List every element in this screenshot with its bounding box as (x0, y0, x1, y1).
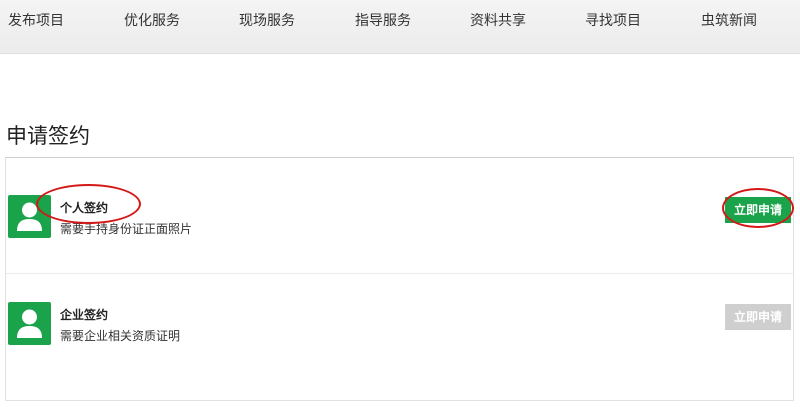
row-divider (6, 273, 793, 274)
nav-item-news[interactable]: 虫筑新闻 (701, 10, 757, 30)
option-description: 需要手持身份证正面照片 (60, 222, 193, 236)
signing-options-panel: 个人签约 需要手持身份证正面照片 立即申请 企业签约 需要企业相关资质证明 立即… (5, 157, 794, 401)
nav-item-onsite-service[interactable]: 现场服务 (239, 10, 295, 30)
page-title: 申请签约 (6, 124, 90, 148)
option-row-enterprise: 企业签约 需要企业相关资质证明 立即申请 (6, 302, 793, 362)
option-title: 个人签约 (60, 201, 109, 215)
nav-item-guidance-service[interactable]: 指导服务 (355, 10, 411, 30)
option-title: 企业签约 (60, 308, 109, 322)
user-avatar-icon (8, 195, 51, 238)
top-navigation: 发布项目 优化服务 现场服务 指导服务 资料共享 寻找项目 虫筑新闻 (0, 0, 800, 54)
nav-item-resource-sharing[interactable]: 资料共享 (470, 10, 526, 30)
nav-item-publish-project[interactable]: 发布项目 (8, 10, 64, 30)
apply-now-button-personal[interactable]: 立即申请 (725, 197, 791, 223)
nav-item-optimization-service[interactable]: 优化服务 (124, 10, 180, 30)
option-description: 需要企业相关资质证明 (60, 329, 181, 343)
option-row-personal: 个人签约 需要手持身份证正面照片 立即申请 (6, 195, 793, 255)
nav-item-find-project[interactable]: 寻找项目 (585, 10, 641, 30)
apply-now-button-enterprise: 立即申请 (725, 304, 791, 330)
user-avatar-icon (8, 302, 51, 345)
